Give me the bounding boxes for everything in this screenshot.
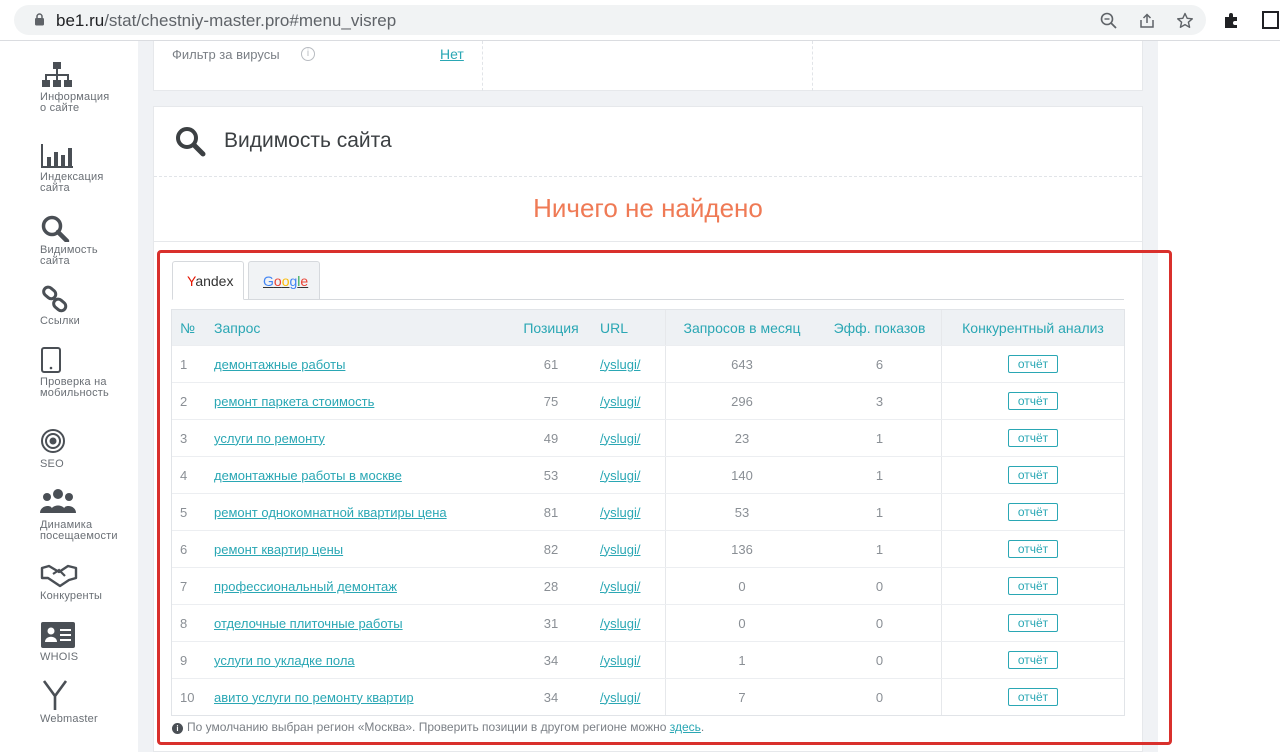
divider [154, 176, 1142, 177]
nothing-found-message: Ничего не найдено [533, 193, 763, 223]
section-title: Видимость сайта [224, 129, 392, 152]
tablet-icon [41, 347, 61, 373]
sidebar-item-info[interactable]: Информация о сайте [40, 61, 135, 114]
browser-toolbar: be1.ru/stat/chestniy-master.pro#menu_vis… [0, 0, 1280, 41]
sidebar-item-links[interactable]: Ссылки [40, 285, 135, 327]
lock-icon [35, 13, 44, 26]
extensions-icon[interactable] [1222, 10, 1242, 30]
sidebar-item-visibility[interactable]: Видимость сайта [40, 214, 135, 267]
star-icon[interactable] [1175, 11, 1195, 31]
highlight-frame [157, 250, 1172, 745]
sidebar-item-competitors[interactable]: Конкуренты [40, 562, 135, 602]
sidebar-item-whois[interactable]: WHOIS [40, 621, 135, 663]
left-sidebar: Информация о сайте Индексация сайта Види… [0, 41, 138, 752]
side-panel-icon[interactable] [1260, 10, 1280, 30]
filter-label: Фильтр за вирусы [172, 47, 280, 62]
column-divider [482, 41, 483, 91]
sidebar-item-webmaster[interactable]: Webmaster [40, 679, 135, 725]
bar-chart-icon [41, 144, 73, 168]
info-icon[interactable]: i [301, 47, 315, 61]
sidebar-item-indexing[interactable]: Индексация сайта [40, 143, 135, 194]
column-divider [812, 41, 813, 91]
search-icon [41, 215, 70, 242]
address-bar[interactable]: be1.ru/stat/chestniy-master.pro#menu_vis… [14, 5, 1206, 35]
zoom-icon[interactable] [1099, 11, 1119, 31]
id-card-icon [41, 622, 75, 648]
users-icon [40, 489, 76, 513]
divider [154, 241, 1142, 242]
sidebar-item-mobile[interactable]: Проверка на мобильность [40, 346, 135, 399]
link-icon [42, 285, 68, 313]
handshake-icon [40, 564, 78, 588]
yandex-icon [42, 680, 68, 710]
share-icon[interactable] [1137, 11, 1157, 31]
filter-value-link[interactable]: Нет [440, 46, 464, 62]
sidebar-item-seo[interactable]: SEO [40, 428, 135, 470]
target-icon [41, 429, 65, 453]
sidebar-item-traffic[interactable]: Динамика посещаемости [40, 487, 135, 542]
url-text: be1.ru/stat/chestniy-master.pro#menu_vis… [56, 11, 397, 30]
sitemap-icon [42, 62, 72, 87]
stats-card: Фильтр за вирусы i Нет [153, 41, 1143, 91]
search-icon [176, 127, 206, 157]
